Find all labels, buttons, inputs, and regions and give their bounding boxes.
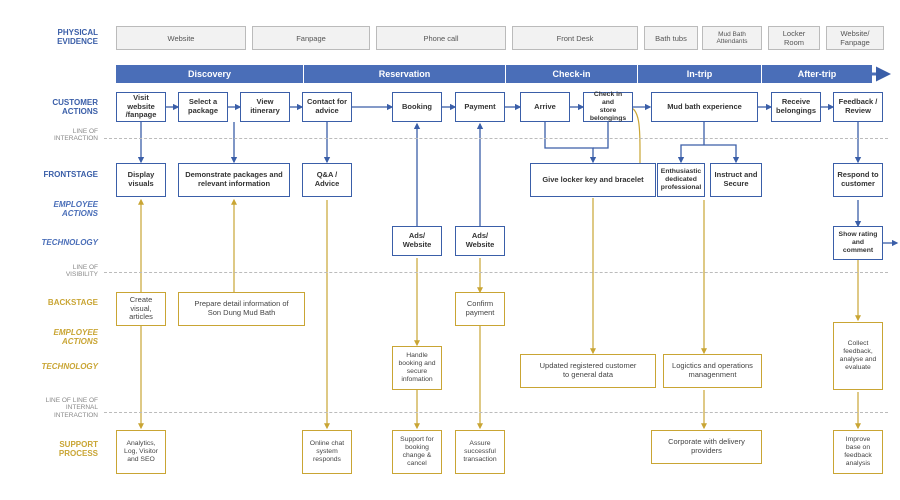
ca-select: Select apackage [178,92,228,122]
bs-prepare: Prepare detail information ofSon Dung Mu… [178,292,305,326]
ca-checkstore: Check in andstorebelongings [583,92,633,122]
fs-respond: Respond tocustomer [833,163,883,197]
bt-collect: Collectfeedback,analyse andevaluate [833,322,883,390]
line-of-interaction [104,138,888,139]
sp-analytics: Analytics,Log, Visitorand SEO [116,430,166,474]
label-customer-actions: CUSTOMERACTIONS [4,98,98,116]
label-backstage: BACKSTAGE [4,298,98,307]
ca-receive: Receivebelongings [771,92,821,122]
sp-corporate: Corporate with deliveryproviders [651,430,762,464]
pe-website-fanpage: Website/Fanpage [826,26,884,50]
label-fs-employee: EMPLOYEEACTIONS [4,200,98,218]
sp-chat: Online chatsystemresponds [302,430,352,474]
pe-attendants: Mud BathAttendants [702,26,762,50]
bs-confirm: Confirmpayment [455,292,505,326]
bt-update: Updated registered customerto general da… [520,354,656,388]
bt-logistics: Logictics and operationsmanagenment [663,354,762,388]
pe-phonecall: Phone call [376,26,506,50]
fs-enthusiastic: Enthusiasticdedicatedprofessional [657,163,705,197]
label-bs-employee: EMPLOYEEACTIONS [4,328,98,346]
label-line-interaction: LINE OFINTERACTION [4,128,98,143]
sp-booking: Support forbookingchange &cancel [392,430,442,474]
pe-fanpage: Fanpage [252,26,370,50]
label-support-process: SUPPORTPROCESS [4,440,98,458]
pe-frontdesk: Front Desk [512,26,638,50]
label-line-internal: LINE OF LINE OFINTERNALINTERACTION [4,397,98,419]
ft-ads1: Ads/Website [392,226,442,256]
line-of-visibility [104,272,888,273]
bt-handle: Handlebooking andsecureinfomation [392,346,442,390]
fs-locker: Give locker key and bracelet [530,163,656,197]
line-of-internal-interaction [104,412,888,413]
ca-visit: Visit website/fanpage [116,92,166,122]
phase-aftertrip: After-trip [762,65,872,83]
label-fs-technology: TECHNOLOGY [4,238,98,247]
phase-discovery: Discovery [116,65,304,83]
phase-reservation: Reservation [304,65,506,83]
bs-create: Create visual,articles [116,292,166,326]
ca-mudbath: Mud bath experience [651,92,758,122]
fs-display: Displayvisuals [116,163,166,197]
service-blueprint-diagram: PHYSICALEVIDENCE CUSTOMERACTIONS LINE OF… [0,0,900,500]
fs-demonstrate: Demonstrate packages andrelevant informa… [178,163,290,197]
label-bs-technology: TECHNOLOGY [4,362,98,371]
sp-transaction: Assuresuccessfultransaction [455,430,505,474]
phase-intrip: In-trip [638,65,762,83]
pe-locker: LockerRoom [768,26,820,50]
ca-arrive: Arrive [520,92,570,122]
label-line-visibility: LINE OFVISIBILITY [4,264,98,279]
ca-payment: Payment [455,92,505,122]
ft-ads2: Ads/Website [455,226,505,256]
phase-band: Discovery Reservation Check-in In-trip A… [116,65,872,83]
pe-bathtubs: Bath tubs [644,26,698,50]
ca-feedback: Feedback /Review [833,92,883,122]
fs-instruct: Instruct andSecure [710,163,762,197]
ca-booking: Booking [392,92,442,122]
fs-qa: Q&A /Advice [302,163,352,197]
pe-website: Website [116,26,246,50]
ca-view: Viewitinerary [240,92,290,122]
phase-checkin: Check-in [506,65,638,83]
label-physical-evidence: PHYSICALEVIDENCE [4,28,98,46]
sp-improve: Improvebase onfeedbackanalysis [833,430,883,474]
ca-contact: Contact foradvice [302,92,352,122]
ft-showrating: Show ratingandcomment [833,226,883,260]
label-frontstage: FRONTSTAGE [4,170,98,179]
